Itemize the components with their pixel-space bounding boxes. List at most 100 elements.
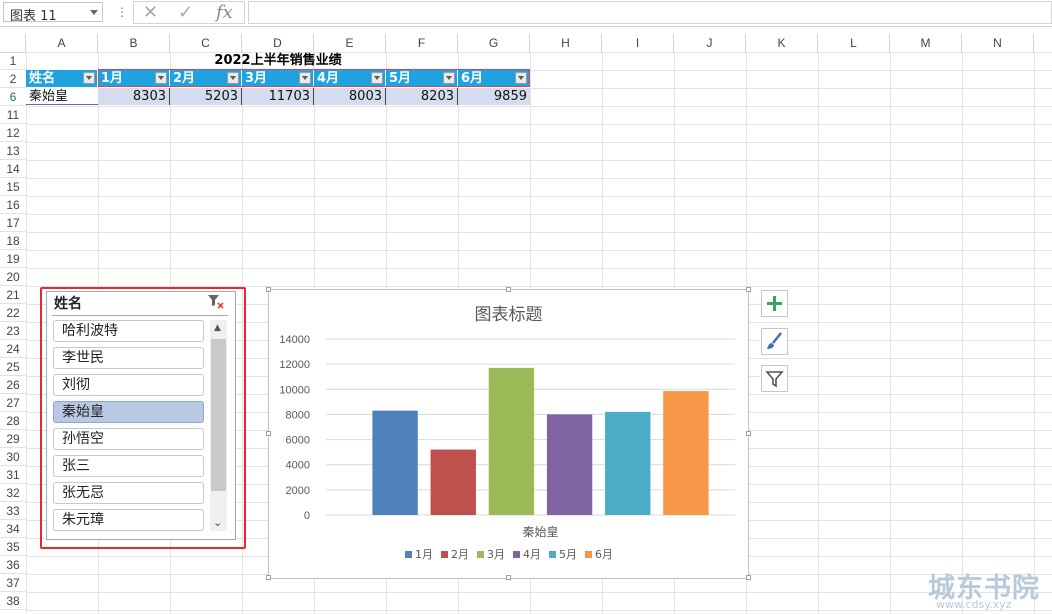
slicer-item[interactable]: 刘彻 xyxy=(53,374,204,396)
formula-input[interactable] xyxy=(248,1,1052,24)
column-header[interactable]: E xyxy=(314,34,386,52)
table-title[interactable]: 2022上半年销售业绩 xyxy=(170,52,386,70)
column-header[interactable]: G xyxy=(458,34,530,52)
legend-swatch xyxy=(513,551,520,558)
value-cell[interactable]: 8003 xyxy=(314,88,386,105)
formula-buttons: ✕ ✓ fx xyxy=(133,1,245,24)
watermark-url: www.cdsy.xyz xyxy=(936,598,1012,611)
row-header[interactable]: 29 xyxy=(0,430,26,448)
row-header[interactable]: 27 xyxy=(0,394,26,412)
bar[interactable] xyxy=(430,449,476,515)
scrollbar-thumb[interactable] xyxy=(211,339,226,491)
slicer-item[interactable]: 孙悟空 xyxy=(53,428,204,450)
bar[interactable] xyxy=(663,391,709,515)
row-header[interactable]: 12 xyxy=(0,124,26,142)
row-header[interactable]: 38 xyxy=(0,592,26,610)
value-cell[interactable]: 5203 xyxy=(170,88,242,105)
bar[interactable] xyxy=(488,367,535,515)
row-header[interactable]: 13 xyxy=(0,142,26,160)
x-category-label: 秦始皇 xyxy=(522,525,558,539)
y-tick-label: 0 xyxy=(304,510,310,522)
slicer-item-selected[interactable]: 秦始皇 xyxy=(53,401,204,423)
header-cell-name[interactable]: 姓名 xyxy=(26,70,98,87)
value-cell[interactable]: 11703 xyxy=(242,88,314,105)
row-header[interactable]: 17 xyxy=(0,214,26,232)
row-header[interactable]: 22 xyxy=(0,304,26,322)
insert-function-icon[interactable]: fx xyxy=(216,2,233,23)
legend-swatch xyxy=(441,551,448,558)
legend-swatch xyxy=(549,551,556,558)
slicer-title: 姓名 xyxy=(54,296,82,312)
column-header[interactable]: K xyxy=(746,34,818,52)
select-all-corner[interactable] xyxy=(0,34,26,52)
row-header[interactable]: 30 xyxy=(0,448,26,466)
legend-label: 6月 xyxy=(595,548,613,561)
divider xyxy=(52,315,228,316)
row-header[interactable]: 16 xyxy=(0,196,26,214)
row-header[interactable]: 14 xyxy=(0,160,26,178)
cancel-icon[interactable]: ✕ xyxy=(143,2,158,23)
chart-plot[interactable]: 0 2000 4000 6000 8000 10000 12000 14000 秦始皇 1月 2月 3… xyxy=(268,289,749,579)
row-header[interactable]: 18 xyxy=(0,232,26,250)
row-header[interactable]: 23 xyxy=(0,322,26,340)
column-header[interactable]: F xyxy=(386,34,458,52)
scroll-down-icon[interactable]: ⌄ xyxy=(213,516,222,529)
column-header[interactable]: L xyxy=(818,34,890,52)
row-header[interactable]: 2 xyxy=(0,70,26,88)
column-header[interactable]: J xyxy=(674,34,746,52)
column-header[interactable]: N xyxy=(962,34,1034,52)
chart-filters-button[interactable] xyxy=(761,365,788,392)
column-header[interactable]: B xyxy=(98,34,170,52)
column-header[interactable]: I xyxy=(602,34,674,52)
row-header[interactable]: 19 xyxy=(0,250,26,268)
y-tick-label: 14000 xyxy=(279,334,310,346)
column-header[interactable]: C xyxy=(170,34,242,52)
row-header[interactable]: 15 xyxy=(0,178,26,196)
value-cell[interactable]: 8203 xyxy=(386,88,458,105)
row-header[interactable]: 21 xyxy=(0,286,26,304)
row-header[interactable]: 34 xyxy=(0,520,26,538)
row-header[interactable]: 6 xyxy=(0,88,26,106)
bar[interactable] xyxy=(372,410,418,515)
legend-swatch xyxy=(405,551,412,558)
row-header[interactable]: 20 xyxy=(0,268,26,286)
column-header[interactable]: H xyxy=(530,34,602,52)
row-header[interactable]: 36 xyxy=(0,556,26,574)
row-header[interactable]: 24 xyxy=(0,340,26,358)
row-header[interactable]: 11 xyxy=(0,106,26,124)
slicer-item[interactable]: 李世民 xyxy=(53,347,204,369)
row-header[interactable]: 26 xyxy=(0,376,26,394)
row-header[interactable]: 1 xyxy=(0,52,26,70)
bar[interactable] xyxy=(546,414,593,515)
value-cell[interactable]: 8303 xyxy=(98,88,170,105)
row-header[interactable]: 25 xyxy=(0,358,26,376)
chart-styles-button[interactable] xyxy=(761,328,788,355)
legend-label: 5月 xyxy=(559,548,577,561)
column-header[interactable]: M xyxy=(890,34,962,52)
slicer-item[interactable]: 哈利波特 xyxy=(53,320,204,342)
legend-label: 2月 xyxy=(451,548,469,561)
bar[interactable] xyxy=(605,411,651,515)
y-tick-label: 4000 xyxy=(286,460,310,472)
row-header[interactable]: 31 xyxy=(0,466,26,484)
row-header[interactable]: 28 xyxy=(0,412,26,430)
name-box[interactable]: 图表 11 xyxy=(3,2,103,24)
add-chart-element-button[interactable] xyxy=(761,290,788,317)
row-header[interactable]: 35 xyxy=(0,538,26,556)
slicer-item[interactable]: 朱元璋 xyxy=(53,509,204,531)
enter-icon[interactable]: ✓ xyxy=(178,2,193,23)
slicer-item[interactable]: 张无忌 xyxy=(53,482,204,504)
chevron-down-icon[interactable] xyxy=(90,10,98,15)
value-cell[interactable]: 9859 xyxy=(458,88,530,105)
row-header[interactable]: 33 xyxy=(0,502,26,520)
row-header[interactable]: 37 xyxy=(0,574,26,592)
column-header[interactable]: D xyxy=(242,34,314,52)
clear-filter-icon[interactable] xyxy=(207,294,225,310)
y-tick-label: 8000 xyxy=(286,409,310,421)
name-cell[interactable]: 秦始皇 xyxy=(26,88,98,105)
filter-dropdown-icon[interactable] xyxy=(83,72,95,84)
slicer-item[interactable]: 张三 xyxy=(53,455,204,477)
scroll-up-icon[interactable]: ▲ xyxy=(214,323,221,333)
column-header[interactable]: A xyxy=(26,34,98,52)
row-header[interactable]: 32 xyxy=(0,484,26,502)
